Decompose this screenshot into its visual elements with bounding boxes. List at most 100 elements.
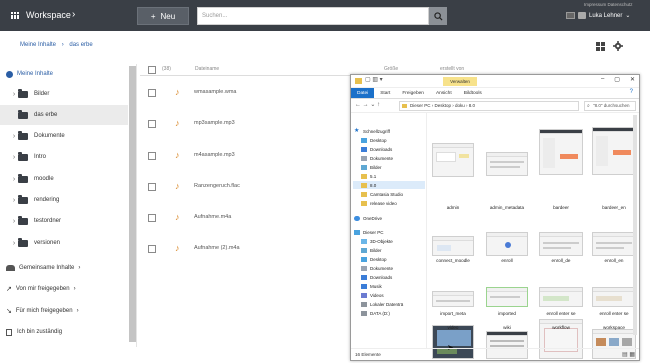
gear-icon[interactable]: [613, 41, 623, 51]
thumbnail[interactable]: [486, 152, 528, 176]
user-menu[interactable]: Luka Lehner ⌄: [566, 12, 630, 19]
table-row[interactable]: ♪ wmasample.wma: [140, 83, 350, 103]
nav-arrows[interactable]: ← → ⌄ ↑: [355, 101, 380, 108]
thumbnail[interactable]: [592, 287, 636, 307]
sidebar-item-intro[interactable]: › Intro: [0, 147, 128, 167]
nav-item-downloads[interactable]: Downloads: [361, 145, 392, 153]
breadcrumb-current[interactable]: das erbe: [69, 42, 92, 48]
row-checkbox[interactable]: [148, 183, 156, 191]
row-checkbox[interactable]: [148, 89, 156, 97]
col-created-by[interactable]: erstellt von: [440, 66, 464, 72]
thumbnail[interactable]: [592, 232, 636, 256]
thumbnail[interactable]: [432, 143, 474, 177]
nav-item-camtasia[interactable]: Camtasia Studio: [361, 190, 403, 198]
nav-item-desktop[interactable]: Desktop: [361, 136, 387, 144]
sidebar-item-das-erbe[interactable]: das erbe: [0, 105, 128, 125]
thumb-label[interactable]: connect_moodle: [427, 258, 479, 263]
table-row[interactable]: ♪ m4asample.mp3: [140, 146, 350, 166]
sidebar-item-dokumente[interactable]: › Dokumente: [0, 126, 128, 146]
nav-item-downloads-pc[interactable]: Downloads: [361, 273, 392, 281]
col-filename[interactable]: Dateiname: [195, 66, 219, 72]
table-row[interactable]: ♪ Ranzengeruch.flac: [140, 177, 350, 197]
nav-item-3d-objects[interactable]: 3D-Objekte: [361, 237, 393, 245]
nav-item-data-drive[interactable]: DATA (D:): [361, 309, 390, 317]
app-grid-icon[interactable]: [11, 12, 20, 20]
thumb-label[interactable]: admin_metadata: [481, 205, 533, 210]
file-name[interactable]: Aufnahme.m4a: [194, 214, 231, 220]
breadcrumb-root[interactable]: Meine Inhalte: [20, 42, 56, 48]
nav-item-documents[interactable]: Dokumente: [361, 154, 393, 162]
select-all-checkbox[interactable]: [148, 66, 156, 74]
thumbnail[interactable]: [432, 236, 474, 256]
thumbnail[interactable]: [539, 129, 583, 175]
sidebar-root[interactable]: Meine Inhalte: [0, 64, 128, 84]
row-checkbox[interactable]: [148, 152, 156, 160]
sidebar-item-bilder[interactable]: › Bilder: [0, 84, 128, 104]
nav-item-quick-access[interactable]: ★ Schnellzugriff: [354, 127, 390, 135]
manage-tab[interactable]: Verwalten: [443, 77, 477, 86]
ribbon-tab-share[interactable]: Freigeben: [396, 88, 430, 98]
explorer-titlebar[interactable]: ▢ ▥ ▾ Verwalten – ▢ ✕: [351, 75, 639, 88]
path-field[interactable]: Dieser PC › Desktop › doku › 8.0: [399, 101, 579, 111]
nav-item-this-pc[interactable]: Dieser PC: [354, 228, 384, 236]
file-name[interactable]: m4asample.mp3: [194, 152, 235, 158]
thumb-label[interactable]: enroll: [481, 258, 533, 263]
row-checkbox[interactable]: [148, 245, 156, 253]
sidebar-item-versionen[interactable]: › versionen: [0, 233, 128, 253]
quick-access-icons[interactable]: ▢ ▥ ▾: [365, 76, 383, 83]
ribbon-tab-file[interactable]: Datei: [351, 88, 375, 98]
ribbon-tab-start[interactable]: Start: [374, 88, 396, 98]
explorer-search-input[interactable]: ⌕ "8.0" durchsuchen: [584, 101, 636, 111]
maximize-icon[interactable]: ▢: [614, 76, 620, 83]
thumb-label[interactable]: wiki: [481, 325, 533, 330]
nav-item-videos[interactable]: Videos: [361, 291, 384, 299]
file-explorer-window[interactable]: ▢ ▥ ▾ Verwalten – ▢ ✕ Datei Start Freige…: [350, 74, 640, 361]
nav-item-8-0[interactable]: 8.0: [353, 181, 425, 189]
sidebar-responsible[interactable]: Ich bin zuständig: [0, 322, 128, 342]
sidebar-shared-with-me[interactable]: ↘ Für mich freigegeben ›: [0, 301, 128, 321]
thumb-label[interactable]: workflow: [535, 325, 587, 330]
sidebar-item-rendering[interactable]: › rendering: [0, 190, 128, 210]
nav-item-documents-pc[interactable]: Dokumente: [361, 264, 393, 272]
grid-view-icon[interactable]: [596, 41, 605, 51]
table-row[interactable]: ♪ mp3sample.mp3: [140, 114, 350, 134]
explorer-scrollbar[interactable]: [633, 115, 637, 335]
nav-item-pictures[interactable]: Bilder: [361, 163, 382, 171]
table-row[interactable]: ♪ Aufnahme (2).m4a: [140, 239, 350, 259]
sidebar-scrollbar[interactable]: [129, 66, 136, 342]
nav-item-desktop-pc[interactable]: Desktop: [361, 255, 387, 263]
thumb-label[interactable]: enroll_de: [535, 258, 587, 263]
thumb-label[interactable]: imported: [481, 311, 533, 316]
view-toggle-icons[interactable]: ▤ ▦: [622, 351, 635, 358]
thumbnail[interactable]: [486, 232, 528, 256]
file-name[interactable]: mp3sample.mp3: [194, 120, 235, 126]
close-icon[interactable]: ✕: [630, 76, 635, 83]
minimize-icon[interactable]: –: [601, 76, 604, 83]
thumbnail[interactable]: [486, 287, 528, 307]
search-button[interactable]: [429, 7, 447, 25]
ribbon-tab-view[interactable]: Ansicht: [430, 88, 458, 98]
file-name[interactable]: Ranzengeruch.flac: [194, 183, 240, 189]
nav-item-music[interactable]: Musik: [361, 282, 382, 290]
thumb-label[interactable]: video: [427, 325, 479, 330]
sidebar-item-moodle[interactable]: › moodle: [0, 169, 128, 189]
nav-item-onedrive[interactable]: OneDrive: [354, 214, 382, 222]
ribbon-tab-picture-tools[interactable]: Bildtools: [458, 88, 488, 98]
thumb-label[interactable]: import_meta: [427, 311, 479, 316]
help-icon[interactable]: ?: [630, 89, 633, 95]
thumb-label[interactable]: admin: [427, 205, 479, 210]
nav-item-local-disk[interactable]: Lokaler Datenträ: [361, 300, 403, 308]
thumbnail[interactable]: [432, 291, 474, 307]
file-name[interactable]: wmasample.wma: [194, 89, 236, 95]
search-input[interactable]: Suchen...: [197, 7, 429, 25]
thumbnail[interactable]: [592, 127, 636, 175]
sidebar-shared[interactable]: Gemeinsame Inhalte ›: [0, 258, 128, 278]
file-name[interactable]: Aufnahme (2).m4a: [194, 245, 240, 251]
table-row[interactable]: ♪ Aufnahme.m4a: [140, 208, 350, 228]
row-checkbox[interactable]: [148, 214, 156, 222]
new-button[interactable]: + Neu: [137, 7, 189, 25]
thumb-label[interactable]: bardeer: [535, 205, 587, 210]
sidebar-item-testordner[interactable]: › testordner: [0, 211, 128, 231]
nav-item-5-1[interactable]: 5.1: [361, 172, 376, 180]
chevron-right-icon[interactable]: ›: [72, 9, 75, 20]
